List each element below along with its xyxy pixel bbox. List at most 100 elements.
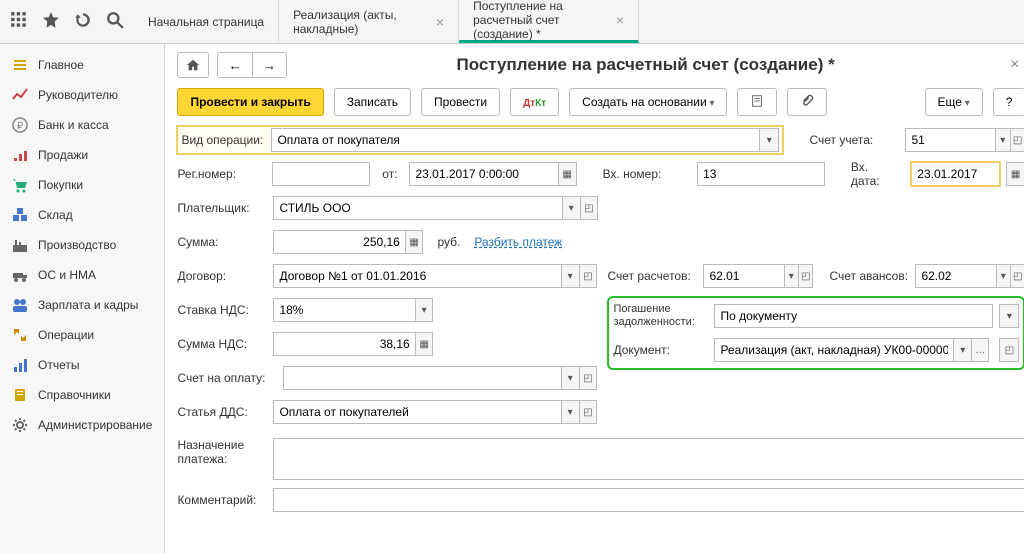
create-based-button[interactable]: Создать на основании bbox=[569, 88, 727, 116]
open-icon[interactable]: ◰ bbox=[579, 265, 597, 287]
dds-label: Статья ДДС: bbox=[177, 405, 267, 419]
toolbar: Провести и закрыть Записать Провести ДтК… bbox=[165, 82, 1024, 126]
back-button[interactable]: ← bbox=[218, 53, 252, 77]
account-input[interactable] bbox=[906, 129, 994, 151]
doc-label: Документ: bbox=[613, 343, 708, 357]
star-icon[interactable] bbox=[42, 11, 60, 32]
open-icon[interactable]: ◰ bbox=[999, 338, 1019, 362]
dropdown-icon[interactable]: ▾ bbox=[561, 367, 579, 389]
purpose-label: Назначение платежа: bbox=[177, 438, 267, 467]
post-button[interactable]: Провести bbox=[421, 88, 500, 116]
attach-button[interactable] bbox=[787, 88, 827, 116]
comment-label: Комментарий: bbox=[177, 493, 267, 507]
dropdown-icon[interactable]: ▾ bbox=[999, 304, 1019, 328]
sidebar-item-purchases[interactable]: Покупки bbox=[0, 170, 164, 200]
split-payment-link[interactable]: Разбить платеж bbox=[474, 235, 562, 249]
vat-sum-input[interactable] bbox=[274, 333, 414, 355]
sum-label: Сумма: bbox=[177, 235, 267, 249]
home-button[interactable] bbox=[177, 52, 209, 78]
doc-input[interactable] bbox=[715, 339, 953, 361]
vat-rate-input[interactable] bbox=[274, 299, 414, 321]
open-icon[interactable]: ◰ bbox=[580, 197, 598, 219]
payer-input[interactable] bbox=[274, 197, 561, 219]
purpose-input[interactable] bbox=[274, 439, 1024, 479]
page-title: Поступление на расчетный счет (создание)… bbox=[295, 55, 996, 75]
dds-input[interactable] bbox=[274, 401, 560, 423]
dropdown-icon[interactable]: ▾ bbox=[759, 129, 778, 151]
dropdown-icon[interactable]: ▾ bbox=[562, 197, 580, 219]
calendar-icon[interactable]: ▦ bbox=[1006, 162, 1024, 186]
more-icon[interactable]: … bbox=[971, 339, 988, 361]
open-icon[interactable]: ◰ bbox=[579, 401, 597, 423]
advance-acc-label: Счет авансов: bbox=[819, 269, 909, 283]
highlighted-block: Погашение задолженности: ▾ Документ: ▾ bbox=[607, 296, 1024, 370]
contract-label: Договор: bbox=[177, 269, 267, 283]
dtkt-button[interactable]: ДтКт bbox=[510, 88, 559, 116]
apps-icon[interactable] bbox=[10, 11, 28, 32]
calc-icon[interactable]: ▦ bbox=[415, 333, 433, 355]
save-button[interactable]: Записать bbox=[334, 88, 411, 116]
in-date-input[interactable] bbox=[912, 163, 998, 185]
close-icon[interactable]: × bbox=[436, 14, 444, 30]
sidebar-item-assets[interactable]: ОС и НМА bbox=[0, 260, 164, 290]
dropdown-icon[interactable]: ▾ bbox=[561, 401, 579, 423]
in-date-label: Вх. дата: bbox=[831, 160, 905, 188]
vat-sum-label: Сумма НДС: bbox=[177, 337, 267, 351]
dropdown-icon[interactable]: ▾ bbox=[415, 299, 433, 321]
invoice-input[interactable] bbox=[284, 367, 560, 389]
reg-num-input[interactable] bbox=[273, 163, 369, 185]
more-button[interactable]: Еще bbox=[925, 88, 983, 116]
date-input[interactable] bbox=[410, 163, 557, 185]
sidebar-item-refs[interactable]: Справочники bbox=[0, 380, 164, 410]
sidebar: Главное Руководителю ₽Банк и касса Прода… bbox=[0, 44, 165, 553]
dropdown-icon[interactable]: ▾ bbox=[561, 265, 579, 287]
sidebar-item-main[interactable]: Главное bbox=[0, 50, 164, 80]
tab-home[interactable]: Начальная страница bbox=[134, 0, 279, 43]
nav-arrows: ← → bbox=[217, 52, 287, 78]
sidebar-item-sales[interactable]: Продажи bbox=[0, 140, 164, 170]
sidebar-item-manager[interactable]: Руководителю bbox=[0, 80, 164, 110]
tab-bar: Начальная страница Реализация (акты, нак… bbox=[134, 0, 639, 43]
debt-input[interactable] bbox=[715, 305, 992, 327]
forward-button[interactable]: → bbox=[253, 53, 286, 77]
advance-acc-input[interactable] bbox=[916, 265, 995, 287]
payer-label: Плательщик: bbox=[177, 201, 267, 215]
open-icon[interactable]: ◰ bbox=[579, 367, 597, 389]
dropdown-icon[interactable]: ▾ bbox=[995, 129, 1010, 151]
dropdown-icon[interactable]: ▾ bbox=[784, 265, 798, 287]
sidebar-item-admin[interactable]: Администрирование bbox=[0, 410, 164, 440]
help-button[interactable]: ? bbox=[993, 88, 1024, 116]
svg-text:₽: ₽ bbox=[17, 121, 24, 132]
tab-receipt[interactable]: Поступление на расчетный счет (создание)… bbox=[459, 0, 639, 43]
search-icon[interactable] bbox=[106, 11, 124, 32]
settle-acc-label: Счет расчетов: bbox=[607, 269, 697, 283]
calendar-icon[interactable]: ▦ bbox=[558, 163, 576, 185]
comment-input[interactable] bbox=[274, 489, 1024, 511]
open-icon[interactable]: ◰ bbox=[798, 265, 812, 287]
dropdown-icon[interactable]: ▾ bbox=[996, 265, 1010, 287]
debt-label: Погашение задолженности: bbox=[613, 303, 708, 329]
sidebar-item-reports[interactable]: Отчеты bbox=[0, 350, 164, 380]
sidebar-item-operations[interactable]: Операции bbox=[0, 320, 164, 350]
post-and-close-button[interactable]: Провести и закрыть bbox=[177, 88, 323, 116]
in-num-input[interactable] bbox=[698, 163, 824, 185]
close-button[interactable]: × bbox=[1004, 56, 1024, 74]
invoice-label: Счет на оплату: bbox=[177, 371, 277, 385]
tab-realization[interactable]: Реализация (акты, накладные)× bbox=[279, 0, 459, 43]
top-bar: Начальная страница Реализация (акты, нак… bbox=[0, 0, 1024, 44]
sidebar-item-salary[interactable]: Зарплата и кадры bbox=[0, 290, 164, 320]
sidebar-item-production[interactable]: Производство bbox=[0, 230, 164, 260]
dropdown-icon[interactable]: ▾ bbox=[953, 339, 970, 361]
open-icon[interactable]: ◰ bbox=[1010, 265, 1024, 287]
open-icon[interactable]: ◰ bbox=[1010, 129, 1024, 151]
sidebar-item-bank[interactable]: ₽Банк и касса bbox=[0, 110, 164, 140]
contract-input[interactable] bbox=[274, 265, 560, 287]
history-icon[interactable] bbox=[74, 11, 92, 32]
calc-icon[interactable]: ▦ bbox=[405, 231, 423, 253]
sidebar-item-warehouse[interactable]: Склад bbox=[0, 200, 164, 230]
print-button[interactable] bbox=[737, 88, 777, 116]
settle-acc-input[interactable] bbox=[704, 265, 783, 287]
close-icon[interactable]: × bbox=[616, 12, 624, 28]
sum-input[interactable] bbox=[274, 231, 404, 253]
op-type-input[interactable] bbox=[272, 129, 759, 151]
